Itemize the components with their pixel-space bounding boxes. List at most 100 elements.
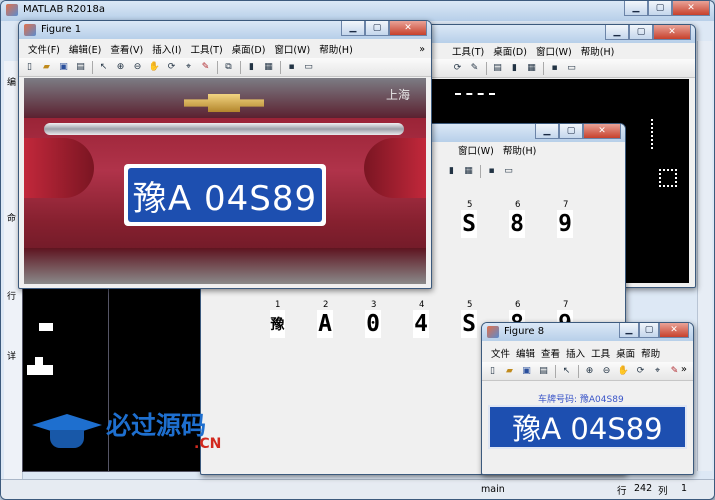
menu-file[interactable]: 文件 xyxy=(491,346,510,360)
menu-edit[interactable]: 编辑(E) xyxy=(69,42,101,56)
colorbar-icon[interactable]: ▮ xyxy=(508,62,521,75)
hide-plot-icon[interactable]: ▪ xyxy=(285,61,298,74)
data-cursor-icon[interactable]: ⌖ xyxy=(182,61,195,74)
show-plot-icon[interactable]: ▭ xyxy=(502,165,515,178)
save-icon[interactable]: ▣ xyxy=(57,61,70,74)
figure-back-menu-bar: 工具(T) 桌面(D) 窗口(W) 帮助(H) xyxy=(413,43,695,59)
minimize-button[interactable]: ▁ xyxy=(341,21,365,36)
pan-icon[interactable]: ✋ xyxy=(148,61,161,74)
menu-help[interactable]: 帮助(H) xyxy=(503,143,537,157)
colorbar-icon[interactable]: ▮ xyxy=(445,165,458,178)
side-char-2: 命 xyxy=(7,214,17,224)
zoom-out-icon[interactable]: ⊖ xyxy=(131,61,144,74)
figure-back-title-bar[interactable]: ▁ ▢ ✕ xyxy=(413,25,695,43)
menu-tools[interactable]: 工具(T) xyxy=(190,42,222,56)
open-file-icon[interactable]: ▰ xyxy=(40,61,53,74)
bumper-shadow xyxy=(24,248,426,284)
menu-desktop[interactable]: 桌面(D) xyxy=(232,42,266,56)
brush-icon[interactable]: ✎ xyxy=(668,365,681,378)
zoom-in-icon[interactable]: ⊕ xyxy=(583,365,596,378)
menu-window[interactable]: 窗口(W) xyxy=(458,143,494,157)
print-icon[interactable]: ▤ xyxy=(74,61,87,74)
pointer-icon[interactable]: ↖ xyxy=(97,61,110,74)
close-button[interactable]: ✕ xyxy=(653,25,691,40)
menu-tools[interactable]: 工具(T) xyxy=(452,44,484,58)
matlab-title-bar[interactable]: MATLAB R2018a ▁ ▢ ✕ xyxy=(1,1,714,21)
menu-view[interactable]: 查看 xyxy=(541,346,560,360)
zoom-out-icon[interactable]: ⊖ xyxy=(600,365,613,378)
figure-middle-window-buttons: ▁ ▢ ✕ xyxy=(535,124,621,140)
menu-window[interactable]: 窗口(W) xyxy=(274,42,310,56)
menu-edit[interactable]: 编辑 xyxy=(516,346,535,360)
maximize-button[interactable]: ▢ xyxy=(365,21,389,36)
data-cursor-icon[interactable]: ⌖ xyxy=(651,365,664,378)
menu-window[interactable]: 窗口(W) xyxy=(536,44,572,58)
menu-file[interactable]: 文件(F) xyxy=(28,42,60,56)
print-icon[interactable]: ▤ xyxy=(491,62,504,75)
menu-desktop[interactable]: 桌面(D) xyxy=(493,44,527,58)
toolbar-overflow-chevron[interactable]: » xyxy=(681,364,687,375)
legend-icon[interactable]: ▦ xyxy=(525,62,538,75)
menu-help[interactable]: 帮助(H) xyxy=(581,44,615,58)
rotate-icon[interactable]: ⟳ xyxy=(165,61,178,74)
hide-plot-icon[interactable]: ▪ xyxy=(548,62,561,75)
minimize-button[interactable]: ▁ xyxy=(535,124,559,139)
minimize-button[interactable]: ▁ xyxy=(619,323,639,338)
show-plot-icon[interactable]: ▭ xyxy=(565,62,578,75)
print-icon[interactable]: ▤ xyxy=(537,365,550,378)
rotate-icon[interactable]: ⟳ xyxy=(451,62,464,75)
hide-plot-icon[interactable]: ▪ xyxy=(485,165,498,178)
menu-tools[interactable]: 工具 xyxy=(591,346,610,360)
brush-icon[interactable]: ✎ xyxy=(468,62,481,75)
char-index: 4 xyxy=(419,300,425,310)
binary-speck xyxy=(35,357,43,365)
brush-icon[interactable]: ✎ xyxy=(199,61,212,74)
close-button[interactable]: ✕ xyxy=(583,124,621,139)
figure-1-title-bar[interactable]: Figure 1 ▁ ▢ ✕ xyxy=(19,21,431,39)
maximize-button[interactable]: ▢ xyxy=(629,25,653,40)
link-plot-icon[interactable]: ⧉ xyxy=(222,61,235,74)
tail-light-right xyxy=(364,138,426,198)
new-figure-icon[interactable]: ▯ xyxy=(486,365,499,378)
segmented-char: 8 xyxy=(509,210,525,238)
license-plate-inner: 豫A 04S89 xyxy=(128,168,322,222)
side-char-4: 详 xyxy=(7,352,17,362)
status-col-value: 1 xyxy=(681,483,688,494)
legend-icon[interactable]: ▦ xyxy=(462,165,475,178)
open-file-icon[interactable]: ▰ xyxy=(503,365,516,378)
close-button[interactable]: ✕ xyxy=(672,1,710,16)
menu-desktop[interactable]: 桌面 xyxy=(616,346,635,360)
watermark-suffix: .CN xyxy=(194,436,222,452)
maximize-button[interactable]: ▢ xyxy=(648,1,672,16)
menu-help[interactable]: 帮助(H) xyxy=(319,42,353,56)
maximize-button[interactable]: ▢ xyxy=(559,124,583,139)
menu-overflow-chevron[interactable]: » xyxy=(419,44,425,55)
figure-back-toolbar: ⟳ ✎ ▤ ▮ ▦ ▪ ▭ xyxy=(413,59,695,78)
menu-insert[interactable]: 插入 xyxy=(566,346,585,360)
figure-8-title-bar[interactable]: Figure 8 ▁ ▢ ✕ xyxy=(482,323,693,341)
pointer-icon[interactable]: ↖ xyxy=(560,365,573,378)
close-button[interactable]: ✕ xyxy=(389,21,427,36)
close-button[interactable]: ✕ xyxy=(659,323,689,338)
menu-help[interactable]: 帮助 xyxy=(641,346,660,360)
watermark-text: 必过源码 xyxy=(106,411,207,440)
pan-icon[interactable]: ✋ xyxy=(617,365,630,378)
tail-light-left xyxy=(24,138,94,198)
figure-8-menu-bar: 文件 编辑 查看 插入 工具 桌面 帮助 xyxy=(482,345,693,361)
graduation-cap-icon xyxy=(32,408,102,452)
char-index: 3 xyxy=(371,300,377,310)
menu-view[interactable]: 查看(V) xyxy=(110,42,143,56)
maximize-button[interactable]: ▢ xyxy=(639,323,659,338)
show-plot-icon[interactable]: ▭ xyxy=(302,61,315,74)
menu-insert[interactable]: 插入(I) xyxy=(152,42,181,56)
minimize-button[interactable]: ▁ xyxy=(605,25,629,40)
colorbar-icon[interactable]: ▮ xyxy=(245,61,258,74)
sticker-text: 上海 xyxy=(386,88,411,102)
new-figure-icon[interactable]: ▯ xyxy=(23,61,36,74)
zoom-in-icon[interactable]: ⊕ xyxy=(114,61,127,74)
segmented-char: S xyxy=(461,210,477,238)
rotate-icon[interactable]: ⟳ xyxy=(634,365,647,378)
legend-icon[interactable]: ▦ xyxy=(262,61,275,74)
save-icon[interactable]: ▣ xyxy=(520,365,533,378)
minimize-button[interactable]: ▁ xyxy=(624,1,648,16)
